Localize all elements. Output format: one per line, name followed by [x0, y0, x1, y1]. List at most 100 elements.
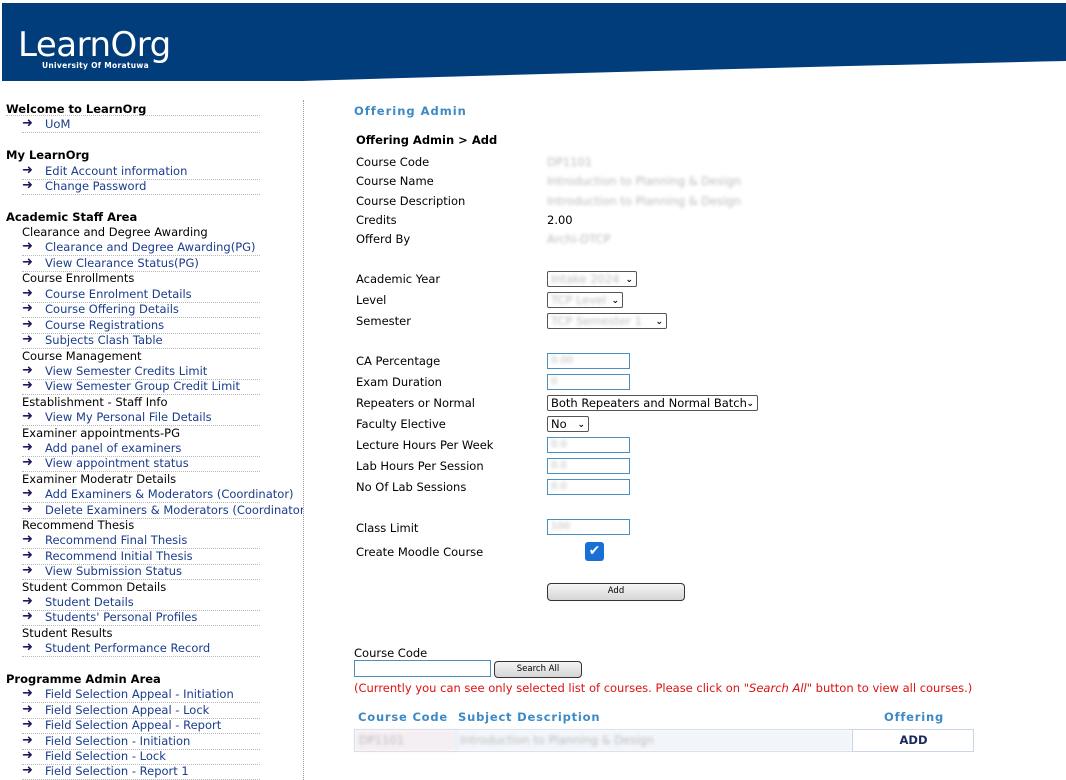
chevron-down-icon: ⌄ [611, 296, 619, 306]
course-description-label: Course Description [356, 194, 466, 208]
nav-link[interactable]: ➜ Course Enrolment Details [22, 286, 260, 303]
course-code-search-input[interactable] [354, 660, 491, 677]
group-title: Examiner appointments-PG [22, 426, 181, 440]
nav-link[interactable]: ➜ Course Registrations [22, 317, 260, 334]
nav-link-uom[interactable]: ➜ UoM [22, 116, 260, 133]
row-course-code: DP1101 [355, 730, 454, 751]
nav-link[interactable]: ➜ Recommend Initial Thesis [22, 548, 260, 565]
nav-link[interactable]: ➜ Recommend Final Thesis [22, 532, 260, 549]
nav-link[interactable]: ➜ View My Personal File Details [22, 409, 260, 426]
academic-year-label: Academic Year [356, 272, 441, 286]
lab-hours-label: Lab Hours Per Session [356, 459, 484, 473]
nav-link[interactable]: ➜ Field Selection Appeal - Lock [22, 702, 260, 719]
arrow-right-icon: ➜ [22, 748, 33, 763]
academic-year-select[interactable]: Intake 2024 ⌄ [547, 271, 637, 287]
faculty-elective-select[interactable]: No ⌄ [547, 416, 589, 432]
arrow-right-icon: ➜ [22, 178, 33, 193]
nav-link[interactable]: ➜ Subjects Clash Table [22, 332, 260, 349]
arrow-right-icon: ➜ [22, 378, 33, 393]
arrow-right-icon: ➜ [22, 332, 33, 347]
nav-link-edit-account[interactable]: ➜ Edit Account information [22, 163, 260, 180]
nav-link[interactable]: ➜ Clearance and Degree Awarding(PG) [22, 239, 260, 256]
arrow-right-icon: ➜ [22, 286, 33, 301]
semester-label: Semester [356, 314, 411, 328]
row-subject-description: Introduction to Planning & Design [455, 730, 852, 751]
checkmark-icon: ✔ [588, 543, 601, 559]
nav-link[interactable]: ➜ View appointment status [22, 455, 260, 472]
nav-link[interactable]: ➜ Field Selection - Lock [22, 748, 260, 765]
group-title: Course Enrollments [22, 271, 135, 285]
divider [6, 115, 260, 116]
lab-sessions-label: No Of Lab Sessions [356, 480, 467, 494]
lecture-hours-label: Lecture Hours Per Week [356, 438, 494, 452]
exam-duration-input[interactable]: 0 [547, 374, 630, 390]
add-button[interactable]: Add [547, 583, 685, 601]
arrow-right-icon: ➜ [22, 440, 33, 455]
arrow-right-icon: ➜ [22, 733, 33, 748]
row-add-link[interactable]: ADD [852, 730, 974, 751]
course-code-value: DP1101 [547, 155, 593, 169]
arrow-right-icon: ➜ [22, 763, 33, 778]
offered-by-value: Archi-DTCP [547, 232, 611, 246]
search-course-code-label: Course Code [354, 646, 428, 660]
table-header-course-code: Course Code [358, 710, 449, 724]
ca-percentage-input[interactable]: 0.00 [547, 353, 630, 369]
nav-link[interactable]: ➜ Student Details [22, 594, 260, 611]
moodle-checkbox[interactable]: ✔ [585, 542, 604, 561]
class-limit-input[interactable]: 100 [547, 519, 630, 535]
section-title-my-learnorg: My LearnOrg [6, 148, 90, 162]
class-limit-label: Class Limit [356, 521, 419, 535]
course-description-value: Introduction to Planning & Design [547, 194, 742, 208]
arrow-right-icon: ➜ [22, 255, 33, 270]
table-header-subject-description: Subject Description [458, 710, 601, 724]
exam-duration-label: Exam Duration [356, 375, 442, 389]
lecture-hours-input[interactable]: 0.0 [547, 437, 630, 453]
nav-link[interactable]: ➜ View Semester Group Credit Limit [22, 378, 260, 395]
group-title: Clearance and Degree Awarding [22, 225, 208, 239]
nav-link[interactable]: ➜ Add Examiners & Moderators (Coordinator… [22, 486, 294, 503]
chevron-down-icon: ⌄ [655, 317, 663, 327]
nav-link[interactable]: ➜ View Clearance Status(PG) [22, 255, 260, 272]
lab-hours-input[interactable]: 0.0 [547, 458, 630, 474]
nav-link[interactable]: ➜ Field Selection Appeal - Initiation [22, 686, 260, 703]
university-name: University Of Moratuwa [42, 61, 149, 70]
arrow-right-icon: ➜ [22, 548, 33, 563]
nav-link[interactable]: ➜ Field Selection Appeal - Report [22, 717, 260, 734]
arrow-right-icon: ➜ [22, 594, 33, 609]
moodle-label: Create Moodle Course [356, 545, 484, 559]
arrow-right-icon: ➜ [22, 239, 33, 254]
repeaters-select[interactable]: Both Repeaters and Normal Batch ⌄ [547, 395, 758, 411]
lab-sessions-input[interactable]: 0.0 [547, 479, 630, 495]
group-title: Course Management [22, 349, 142, 363]
faculty-elective-label: Faculty Elective [356, 417, 446, 431]
level-select[interactable]: TCP Level ⌄ [547, 292, 623, 308]
search-all-button[interactable]: Search All [494, 661, 582, 678]
sidebar-nav: Welcome to LearnOrg ➜ UoM My LearnOrg ➜ Ed… [0, 100, 304, 780]
nav-link[interactable]: ➜ Add panel of examiners [22, 440, 260, 457]
nav-link[interactable]: ➜ Student Performance Record [22, 640, 260, 657]
nav-link[interactable]: ➜ Course Offering Details [22, 301, 260, 318]
chevron-down-icon: ⌄ [577, 420, 585, 430]
main-content: Offering Admin Offering Admin > Add Cour… [304, 0, 1066, 780]
nav-link-change-password[interactable]: ➜ Change Password [22, 178, 260, 195]
breadcrumb: Offering Admin > Add [356, 133, 498, 147]
nav-link[interactable]: ➜ View Semester Credits Limit [22, 363, 260, 380]
arrow-right-icon: ➜ [22, 455, 33, 470]
arrow-right-icon: ➜ [22, 363, 33, 378]
table-header-offering: Offering [884, 710, 945, 724]
arrow-right-icon: ➜ [22, 116, 33, 131]
credits-label: Credits [356, 213, 397, 227]
arrow-right-icon: ➜ [22, 486, 33, 501]
nav-link[interactable]: ➜ Field Selection - Initiation [22, 733, 260, 750]
semester-select[interactable]: TCP Semester 1 ⌄ [547, 313, 667, 329]
arrow-right-icon: ➜ [22, 563, 33, 578]
ca-percentage-label: CA Percentage [356, 354, 441, 368]
repeaters-label: Repeaters or Normal [356, 396, 475, 410]
app-logo[interactable]: LearnOrg [18, 25, 171, 65]
nav-link[interactable]: ➜ View Submission Status [22, 563, 260, 580]
section-title-welcome: Welcome to LearnOrg [6, 102, 147, 116]
nav-link[interactable]: ➜ Students' Personal Profiles [22, 609, 260, 626]
nav-link[interactable]: ➜ Field Selection - Report 1 [22, 763, 260, 780]
arrow-right-icon: ➜ [22, 163, 33, 178]
nav-link[interactable]: ➜ Delete Examiners & Moderators (Coordina… [22, 502, 303, 519]
